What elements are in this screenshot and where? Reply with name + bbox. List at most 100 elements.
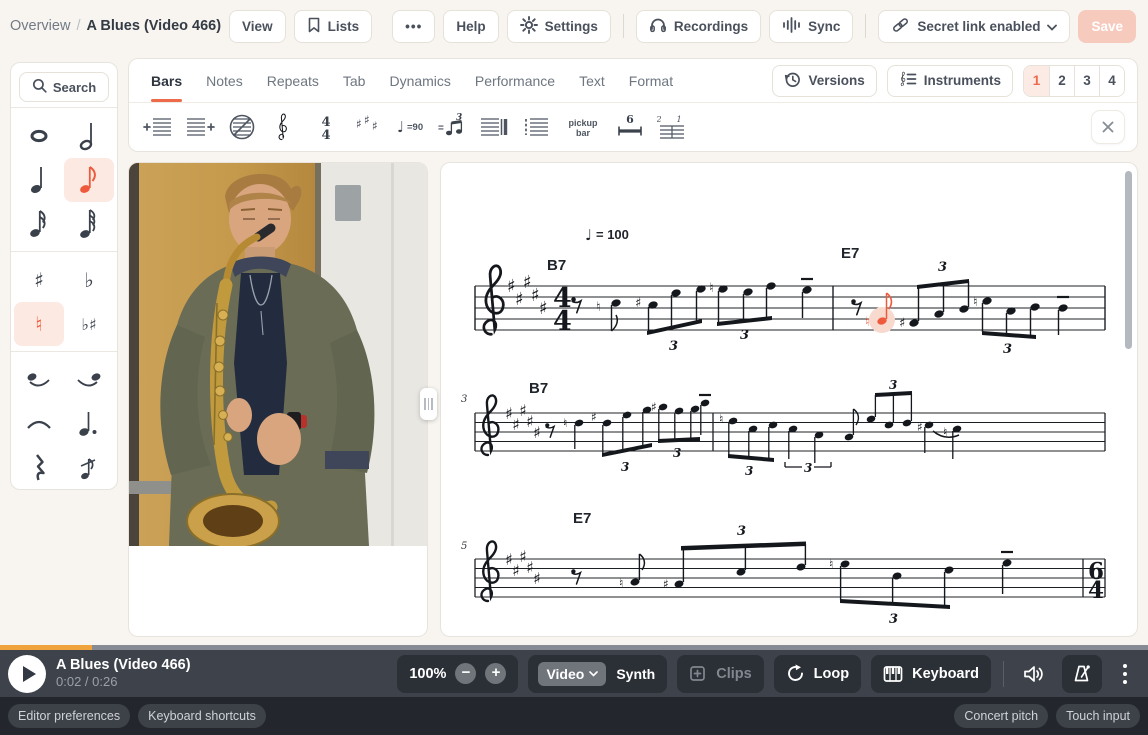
sharp-glyph: ♯ xyxy=(372,119,378,133)
tab-repeats[interactable]: Repeats xyxy=(255,59,331,102)
note-eighth[interactable] xyxy=(64,158,114,202)
recordings-button[interactable]: Recordings xyxy=(636,10,761,43)
voice-2[interactable]: 2 xyxy=(1049,66,1074,96)
view-button[interactable]: View xyxy=(229,10,286,43)
chord-symbol[interactable]: B7 xyxy=(547,257,566,274)
metronome-button[interactable] xyxy=(1062,655,1102,693)
score-system-1[interactable]: ♯♯♯♯♯ 4 4 ♩ = 100 B7 E7 ♮♯♮ 3 3 xyxy=(455,223,1125,373)
chord-symbol[interactable]: B7 xyxy=(529,380,548,397)
sync-button[interactable]: Sync xyxy=(769,10,853,43)
video-source-button[interactable]: Video xyxy=(538,662,606,686)
add-bar-before-tool[interactable] xyxy=(141,108,175,146)
keyboard-shortcuts-button[interactable]: Keyboard shortcuts xyxy=(138,704,266,728)
palette-divider xyxy=(11,251,117,252)
versions-button[interactable]: Versions xyxy=(772,65,876,97)
save-button[interactable]: Save xyxy=(1078,10,1136,43)
chord-symbol[interactable]: E7 xyxy=(573,510,591,527)
note-quarter[interactable] xyxy=(14,158,64,202)
svg-text:♯: ♯ xyxy=(635,296,641,311)
play-button[interactable] xyxy=(8,655,46,693)
loop-label: Loop xyxy=(814,666,849,682)
time-signature-tool[interactable]: 44 xyxy=(309,108,343,146)
multibar-rest-tool[interactable]: 6 xyxy=(613,108,647,146)
accidental-sharp[interactable]: ♯ xyxy=(14,258,64,302)
tuplet-tool[interactable]: =3 xyxy=(435,108,469,146)
secret-link-button[interactable]: Secret link enabled xyxy=(878,10,1070,43)
loop-button[interactable]: Loop xyxy=(774,655,861,693)
editor-preferences-button[interactable]: Editor preferences xyxy=(8,704,130,728)
concert-pitch-button[interactable]: Concert pitch xyxy=(954,704,1048,728)
player-overflow-menu[interactable] xyxy=(1112,655,1138,693)
note-thirtysecond[interactable] xyxy=(64,202,114,246)
symbol-palette: Search ♯ ♭ ♮ ♭♯ xyxy=(10,62,118,490)
more-button[interactable]: ••• xyxy=(392,10,435,43)
zoom-in-button[interactable]: + xyxy=(485,663,506,684)
voice-selector: 1 2 3 4 xyxy=(1023,65,1125,97)
voice-4[interactable]: 4 xyxy=(1099,66,1124,96)
tab-tab[interactable]: Tab xyxy=(331,59,378,102)
search-button[interactable]: Search xyxy=(19,72,109,102)
rest[interactable] xyxy=(14,446,64,490)
augmentation-dot[interactable] xyxy=(64,402,114,446)
tempo-tool[interactable]: ♩=90 xyxy=(393,108,427,146)
grace-note[interactable] xyxy=(64,446,114,490)
video-frame[interactable] xyxy=(129,163,428,546)
end-time-signature-bottom[interactable]: 4 xyxy=(1088,577,1104,604)
score-system-3[interactable]: 5 ♯♯♯♯♯ E7 ♮♯♮ 3 3 6 4 xyxy=(455,504,1125,634)
barline-tool[interactable] xyxy=(477,108,511,146)
delete-bar-tool[interactable] xyxy=(225,108,259,146)
accidental-natural[interactable]: ♮ xyxy=(14,302,64,346)
key-signature-tool[interactable]: ♯♯♯ xyxy=(351,108,385,146)
tie-end[interactable] xyxy=(64,358,114,402)
close-toolbar-button[interactable] xyxy=(1091,110,1125,144)
lists-button[interactable]: Lists xyxy=(294,10,373,43)
time-signature-bottom[interactable]: 4 xyxy=(553,306,572,337)
tab-dynamics[interactable]: Dynamics xyxy=(377,59,462,102)
pickup-label-1: pickup xyxy=(568,118,598,128)
svg-text:♮: ♮ xyxy=(973,295,978,310)
accidental-flat[interactable]: ♭ xyxy=(64,258,114,302)
clips-button[interactable]: Clips xyxy=(677,655,763,693)
chord-symbol[interactable]: E7 xyxy=(841,245,859,262)
instruments-label: Instruments xyxy=(924,73,1001,88)
triplet-number: 3 xyxy=(889,379,897,392)
score-scrollbar[interactable] xyxy=(1125,171,1132,349)
help-button[interactable]: Help xyxy=(443,10,498,43)
settings-button[interactable]: Settings xyxy=(507,10,611,43)
note-sixteenth[interactable] xyxy=(14,202,64,246)
add-bar-after-tool[interactable] xyxy=(183,108,217,146)
tab-performance[interactable]: Performance xyxy=(463,59,567,102)
pickup-bar-tool[interactable]: pickupbar xyxy=(561,108,605,146)
instruments-button[interactable]: Instruments xyxy=(887,65,1013,97)
zoom-out-button[interactable]: − xyxy=(455,663,476,684)
repeat-barline-tool[interactable] xyxy=(519,108,553,146)
panel-resize-handle[interactable] xyxy=(420,388,437,420)
tab-text[interactable]: Text xyxy=(567,59,617,102)
flat-glyph: ♭ xyxy=(84,268,93,292)
keyboard-button[interactable]: Keyboard xyxy=(871,655,991,693)
volta-tool[interactable]: 2 1 xyxy=(655,108,689,146)
voice-1[interactable]: 1 xyxy=(1024,66,1049,96)
keyboard-label: Keyboard xyxy=(912,666,979,682)
selected-note[interactable]: ♮ xyxy=(865,293,895,333)
clef-tool[interactable] xyxy=(267,108,301,146)
tab-bars[interactable]: Bars xyxy=(139,59,194,102)
playback-progress[interactable] xyxy=(0,645,1148,650)
tempo-marking[interactable]: = 100 xyxy=(596,227,629,242)
tie-start[interactable] xyxy=(14,358,64,402)
synth-source-button[interactable]: Synth xyxy=(616,666,657,682)
touch-input-button[interactable]: Touch input xyxy=(1056,704,1140,728)
svg-text:♯: ♯ xyxy=(533,423,541,442)
tempo-note[interactable]: ♩ xyxy=(585,226,592,244)
note-half[interactable] xyxy=(64,114,114,158)
score-system-2[interactable]: 3 ♯♯♯♯♯ B7 ♮♯♯♮♯♮ xyxy=(455,379,1125,501)
volume-button[interactable] xyxy=(1016,655,1052,693)
multirest-number: 6 xyxy=(626,113,634,126)
accidental-flat-sharp[interactable]: ♭♯ xyxy=(64,302,114,346)
note-whole[interactable] xyxy=(14,114,64,158)
slur[interactable] xyxy=(14,402,64,446)
tab-format[interactable]: Format xyxy=(617,59,685,102)
voice-3[interactable]: 3 xyxy=(1074,66,1099,96)
breadcrumb-overview[interactable]: Overview xyxy=(10,18,70,34)
tab-notes[interactable]: Notes xyxy=(194,59,255,102)
